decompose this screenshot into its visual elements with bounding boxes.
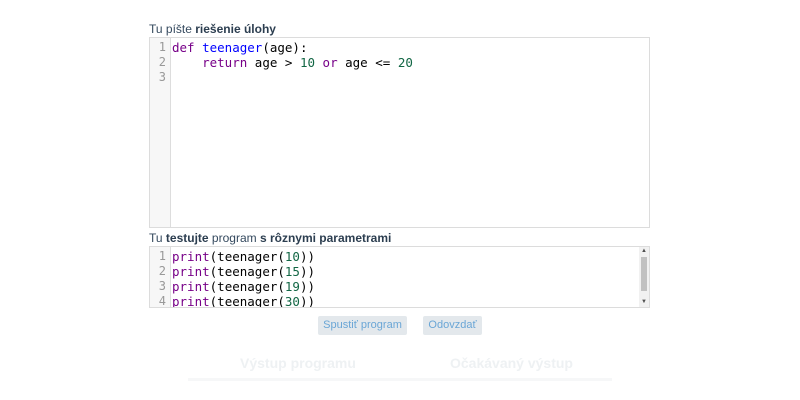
test-editor-scrollbar[interactable]: ▲ ▼ [639,247,649,307]
code-token: (teenager( [209,279,285,294]
output-divider [188,378,612,381]
code-token: )) [299,264,316,279]
code-token: (teenager( [209,264,285,279]
code-token: 20 [397,55,413,70]
code-token: print [172,264,210,279]
code-token: or [322,55,338,70]
code-text: def teenager(age): [172,40,307,55]
code-token: )) [299,279,316,294]
code-text: print(teenager(19)) [172,279,315,294]
code-token: (teenager( [209,294,285,308]
line-number: 1 [158,40,166,54]
code-token: 30 [284,294,300,308]
code-token: 10 [284,249,300,264]
scroll-up-icon[interactable]: ▲ [639,247,649,256]
test-code-line[interactable]: 4 print(teenager(30)) [150,294,649,308]
scroll-down-icon[interactable]: ▼ [639,298,649,307]
code-text: print(teenager(15)) [172,264,315,279]
solution-code-line[interactable]: 2 return age > 10 or age <= 20 [150,55,649,70]
code-token: 10 [299,55,316,70]
code-token: def [172,40,195,55]
code-token: 15 [284,264,300,279]
line-number: 1 [158,249,166,263]
solution-editor[interactable]: 1 def teenager(age): 2 return age > 10 or … [149,37,650,228]
solution-code-lines: 1 def teenager(age): 2 return age > 10 or … [150,40,649,85]
code-token: (teenager( [209,249,285,264]
solution-code-line[interactable]: 3 [150,70,649,85]
test-code-line[interactable]: 1 print(teenager(10)) [150,249,649,264]
code-token: print [172,279,210,294]
code-token: print [172,294,210,308]
code-token: )) [299,294,316,308]
test-code-lines: 1 print(teenager(10)) 2 print(teenager(15))… [150,249,649,308]
test-editor[interactable]: 1 print(teenager(10)) 2 print(teenager(15))… [149,246,650,308]
code-token: teenager [202,40,263,55]
test-code-line[interactable]: 3 print(teenager(19)) [150,279,649,294]
solution-label: Tu píšte riešenie úlohy [149,22,276,36]
code-token: print [172,249,210,264]
scroll-thumb[interactable] [641,257,647,291]
code-text: print(teenager(10)) [172,249,315,264]
code-token: age > [247,55,300,70]
code-token: age <= [337,55,398,70]
run-program-button[interactable]: Spustiť program [318,316,407,335]
code-text: return age > 10 or age <= 20 [172,55,413,70]
code-token: (age): [262,40,308,55]
code-token: )) [299,249,316,264]
code-token: return [202,55,248,70]
line-number: 3 [158,70,166,84]
solution-code-line[interactable]: 1 def teenager(age): [150,40,649,55]
line-number: 2 [158,55,166,69]
line-number: 3 [158,279,166,293]
code-text: print(teenager(30)) [172,294,316,308]
submit-button[interactable]: Odovzdať [423,316,482,335]
line-number: 2 [158,264,166,278]
expected-output-heading: Očakávaný výstup [450,355,573,371]
test-label: Tu testujte program s rôznymi parametram… [149,231,392,245]
program-output-heading: Výstup programu [240,355,356,371]
test-code-line[interactable]: 2 print(teenager(15)) [150,264,649,279]
code-token: 19 [284,279,300,294]
line-number: 4 [158,294,166,308]
